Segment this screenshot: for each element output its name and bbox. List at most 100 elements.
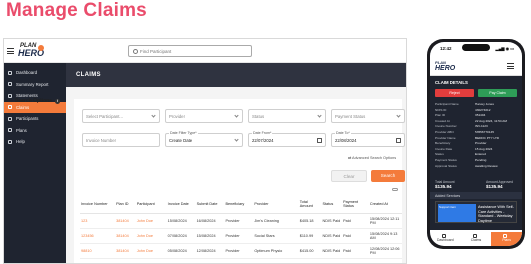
- sidebar-item-dashboard[interactable]: Dashboard: [4, 67, 66, 79]
- phone-notch: [462, 44, 490, 51]
- provider-select[interactable]: Provider: [165, 109, 243, 123]
- claim-actions: Reject Pay Claim: [430, 89, 522, 99]
- plan-id-link[interactable]: 381404: [115, 243, 136, 259]
- beneficiary-cell: Provider: [224, 213, 254, 229]
- total-amount-cell: $110.99: [298, 228, 322, 244]
- col-submit-date[interactable]: Submit Date: [195, 195, 225, 214]
- total-amount-cell: $415.00: [298, 243, 322, 259]
- col-invoice-number[interactable]: Invoice Number: [80, 195, 116, 214]
- top-bar: PLAN HERO Find Participant: [4, 39, 406, 63]
- created-at-cell: 15/08/2024 12:11 PM: [368, 213, 402, 229]
- phone-header: PLAN HERO: [430, 56, 522, 76]
- submit-date-cell: 15/08/2024: [195, 228, 225, 244]
- status-cell: NDIS Paid: [321, 213, 343, 229]
- logo-dot-icon: [38, 45, 44, 51]
- dashboard-icon: [8, 70, 12, 75]
- col-payment-status[interactable]: Payment Status: [342, 195, 369, 214]
- date-from-field[interactable]: Date From* 22/07/2024: [248, 131, 326, 147]
- phone-planhero-logo[interactable]: PLAN HERO: [435, 60, 455, 72]
- table-header-row: Invoice Number Plan ID Participant Invoi…: [80, 195, 402, 214]
- payment-status-cell: Paid: [342, 243, 369, 259]
- col-total-amount[interactable]: Total Amount: [298, 195, 322, 214]
- cloud-download-icon[interactable]: [392, 188, 398, 191]
- claims-table: Invoice Number Plan ID Participant Invoi…: [80, 195, 402, 259]
- created-at-cell: 12/08/2024 12:06 PM: [368, 243, 402, 259]
- col-beneficiary[interactable]: Beneficiary: [224, 195, 254, 214]
- reject-button[interactable]: Reject: [435, 89, 474, 97]
- beneficiary-cell: Provider: [224, 243, 254, 259]
- calendar-icon[interactable]: [396, 137, 401, 143]
- invoice-number-link[interactable]: 123: [80, 213, 116, 229]
- participant-link[interactable]: John Doe: [135, 243, 167, 259]
- invoice-number-link[interactable]: 98810: [80, 243, 116, 259]
- signal-wifi-battery-icon: ▂▄▆ ◉ ▭: [495, 46, 514, 51]
- participant-search-input[interactable]: Find Participant: [128, 45, 252, 57]
- planhero-logo[interactable]: PLAN HERO: [16, 43, 48, 59]
- provider-cell: Jim's Cleaning: [253, 213, 299, 229]
- participant-link[interactable]: John Doe: [135, 213, 167, 229]
- chevron-down-icon: [396, 113, 401, 118]
- col-participant[interactable]: Participant: [135, 195, 167, 214]
- chevron-down-icon: [234, 137, 239, 142]
- nav-plans[interactable]: Plans: [491, 232, 522, 246]
- date-to-field[interactable]: Date To* 22/08/2024: [331, 131, 405, 147]
- submit-date-cell: 16/08/2024: [195, 213, 225, 229]
- pay-claim-button[interactable]: Pay Claim: [478, 89, 517, 97]
- participant-select[interactable]: Select Participant...: [82, 109, 160, 123]
- table-row[interactable]: 123456 381404 John Doe 07/08/2024 15/08/…: [80, 228, 402, 244]
- table-row[interactable]: 123 381404 John Doe 15/08/2024 16/08/202…: [80, 213, 402, 229]
- date-filter-type-select[interactable]: Date Filter Type* Create Date: [165, 131, 243, 147]
- clear-button[interactable]: Clear: [331, 170, 367, 182]
- col-created-at[interactable]: Created At: [368, 195, 402, 214]
- created-at-cell: 15/08/2024 9:13 AM: [368, 228, 402, 244]
- statements-icon: [8, 93, 12, 98]
- sidebar: Dashboard Summary Report Statements Clai…: [4, 63, 66, 263]
- sidebar-item-help[interactable]: Help: [4, 136, 66, 148]
- search-icon: [133, 49, 138, 54]
- report-icon: [8, 82, 12, 86]
- beneficiary-cell: Provider: [224, 228, 254, 244]
- sidebar-item-plans[interactable]: Plans: [4, 125, 66, 137]
- invoice-date-cell: 05/08/2024: [166, 243, 196, 259]
- chevron-down-icon: [234, 113, 239, 118]
- invoice-number-link[interactable]: 123456: [80, 228, 116, 244]
- service-title: Assistance With Self-Care Activities - S…: [478, 205, 514, 223]
- search-button[interactable]: Search: [371, 170, 405, 182]
- payment-status-select[interactable]: Payment Status: [331, 109, 405, 123]
- search-options-heading: Search Options i: [15, 98, 60, 104]
- invoice-date-cell: 15/08/2024: [166, 213, 196, 229]
- phone-hamburger-menu-icon[interactable]: [507, 63, 514, 71]
- col-provider[interactable]: Provider: [253, 195, 299, 214]
- col-status[interactable]: Status: [321, 195, 343, 214]
- phone-frame: 12:42 ▂▄▆ ◉ ▭ PLAN HERO CLAIM DETAILS Rej…: [427, 39, 525, 249]
- nav-claims[interactable]: Claims: [461, 232, 492, 246]
- nav-dashboard[interactable]: Dashboard: [430, 232, 461, 246]
- chevron-down-icon: [151, 113, 156, 118]
- participants-icon: [8, 116, 12, 121]
- calendar-icon[interactable]: [317, 137, 322, 143]
- col-plan-id[interactable]: Plan ID: [115, 195, 136, 214]
- participant-link[interactable]: John Doe: [135, 228, 167, 244]
- invoice-number-input[interactable]: Invoice Number: [82, 133, 160, 147]
- advanced-search-link[interactable]: ⇄ Advanced Search Options: [348, 155, 396, 160]
- plan-id-link[interactable]: 381404: [115, 228, 136, 244]
- sidebar-item-participants[interactable]: Participants: [4, 113, 66, 125]
- claims-banner: CLAIMS: [66, 63, 406, 87]
- table-row[interactable]: 98810 381404 John Doe 05/08/2024 12/08/2…: [80, 243, 402, 259]
- provider-cell: Optimum Physio: [253, 243, 299, 259]
- claims-icon: [472, 233, 477, 238]
- plan-id-link[interactable]: 381404: [115, 213, 136, 229]
- plans-icon: [503, 233, 508, 238]
- phone-status-bar: 12:42 ▂▄▆ ◉ ▭: [430, 42, 522, 56]
- payment-status-cell: Paid: [342, 228, 369, 244]
- hamburger-menu-icon[interactable]: [7, 48, 14, 56]
- dashboard-icon: [442, 233, 446, 238]
- page-title: CLAIMS: [76, 72, 101, 78]
- sidebar-item-summary-report[interactable]: Summary Report: [4, 79, 66, 91]
- status-select[interactable]: Status: [248, 109, 326, 123]
- added-services-header: Added Services: [430, 192, 522, 199]
- col-invoice-date[interactable]: Invoice Date: [166, 195, 196, 214]
- info-icon[interactable]: i: [54, 98, 60, 104]
- claims-icon: [8, 105, 12, 109]
- service-card[interactable]: Support item Assistance With Self-Care A…: [435, 201, 517, 223]
